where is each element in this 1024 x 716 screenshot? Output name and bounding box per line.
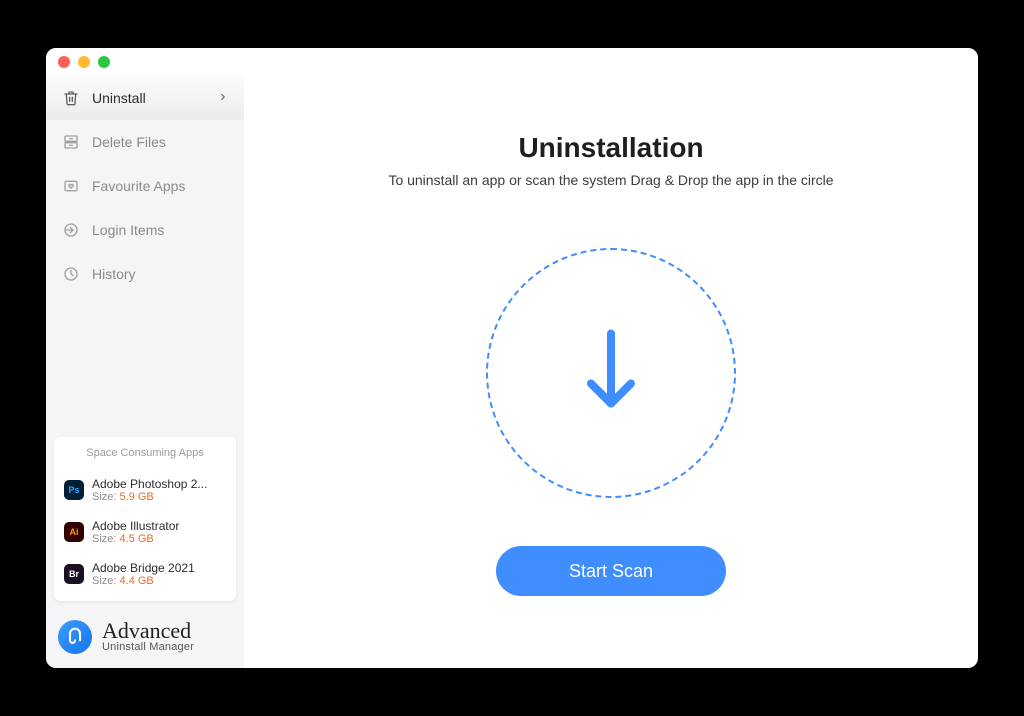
- brand-subtitle: Uninstall Manager: [102, 642, 194, 654]
- window-close-button[interactable]: [58, 56, 70, 68]
- app-row[interactable]: Ai Adobe Illustrator Size: 4.5 GB: [64, 511, 226, 553]
- sidebar-item-history[interactable]: History: [46, 252, 244, 296]
- main-content: Uninstallation To uninstall an app or sc…: [244, 76, 978, 668]
- app-icon: Ai: [64, 522, 84, 542]
- app-name: Adobe Illustrator: [92, 519, 226, 533]
- start-scan-button[interactable]: Start Scan: [496, 546, 726, 596]
- sidebar-item-label: Login Items: [92, 222, 228, 238]
- app-row[interactable]: Br Adobe Bridge 2021 Size: 4.4 GB: [64, 553, 226, 595]
- chevron-right-icon: [218, 90, 228, 107]
- arrow-down-icon: [581, 328, 641, 419]
- app-icon: Br: [64, 564, 84, 584]
- sidebar-item-favourite-apps[interactable]: Favourite Apps: [46, 164, 244, 208]
- sidebar-item-label: Uninstall: [92, 90, 206, 106]
- sidebar-item-uninstall[interactable]: Uninstall: [46, 76, 244, 120]
- page-title: Uninstallation: [518, 132, 703, 164]
- drawer-icon: [62, 133, 80, 151]
- brand-title: Advanced: [102, 619, 194, 642]
- heart-box-icon: [62, 177, 80, 195]
- sidebar-item-login-items[interactable]: Login Items: [46, 208, 244, 252]
- space-apps-title: Space Consuming Apps: [64, 447, 226, 459]
- space-consuming-apps-panel: Space Consuming Apps Ps Adobe Photoshop …: [54, 437, 236, 601]
- app-name: Adobe Bridge 2021: [92, 561, 226, 575]
- window-maximize-button[interactable]: [98, 56, 110, 68]
- app-name: Adobe Photoshop 2...: [92, 477, 226, 491]
- window-minimize-button[interactable]: [78, 56, 90, 68]
- login-icon: [62, 221, 80, 239]
- drop-target-circle[interactable]: [486, 248, 736, 498]
- titlebar: [46, 48, 978, 76]
- sidebar: Uninstall Delete Files Favourite Apps: [46, 76, 244, 668]
- app-icon: Ps: [64, 480, 84, 500]
- sidebar-item-label: Delete Files: [92, 134, 228, 150]
- sidebar-item-delete-files[interactable]: Delete Files: [46, 120, 244, 164]
- sidebar-item-label: History: [92, 266, 228, 282]
- app-window: Uninstall Delete Files Favourite Apps: [46, 48, 978, 668]
- sidebar-nav: Uninstall Delete Files Favourite Apps: [46, 76, 244, 296]
- app-size: Size: 5.9 GB: [92, 491, 226, 503]
- trash-icon: [62, 89, 80, 107]
- app-row[interactable]: Ps Adobe Photoshop 2... Size: 5.9 GB: [64, 469, 226, 511]
- brand: Advanced Uninstall Manager: [46, 609, 244, 668]
- sidebar-item-label: Favourite Apps: [92, 178, 228, 194]
- page-subtitle: To uninstall an app or scan the system D…: [388, 172, 833, 188]
- app-size: Size: 4.5 GB: [92, 533, 226, 545]
- clock-icon: [62, 265, 80, 283]
- brand-logo-icon: [58, 620, 92, 654]
- app-size: Size: 4.4 GB: [92, 575, 226, 587]
